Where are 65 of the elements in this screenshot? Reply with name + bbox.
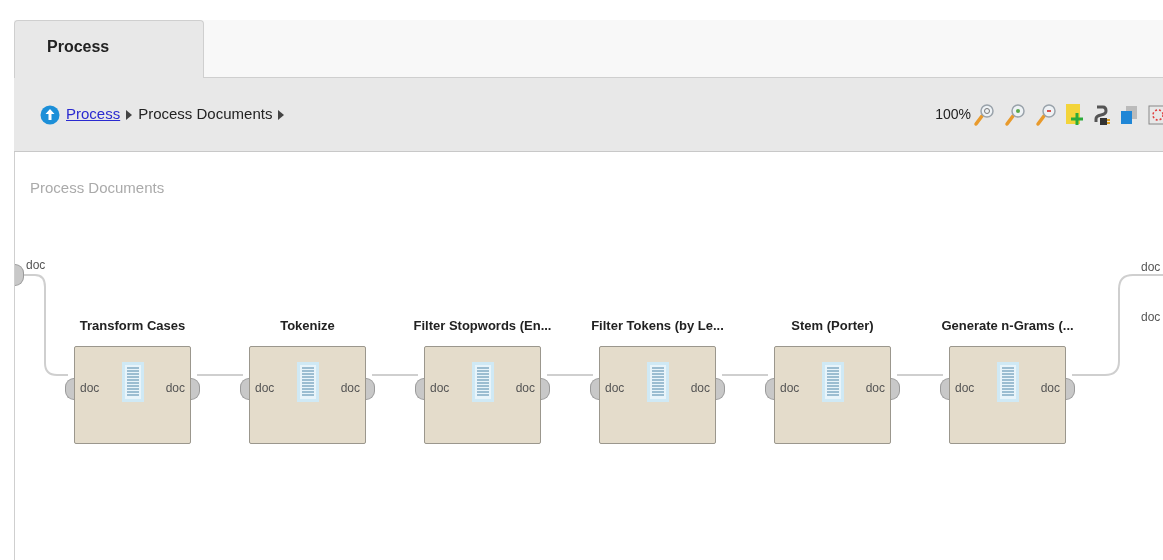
port-label: doc [865,380,885,397]
tab[interactable]: Process [14,20,204,78]
connection-line [721,374,769,376]
port-handle[interactable] [366,378,375,400]
operator-node[interactable]: doc doc [949,346,1066,444]
operator-title: Filter Stopwords (En... [412,317,553,335]
port-label: doc [340,380,360,397]
port-label: doc [1141,259,1161,276]
port-handle[interactable] [716,378,725,400]
operator-node[interactable]: doc doc [424,346,541,444]
operator-title: Tokenize [279,317,336,335]
connection-line [546,374,594,376]
port-label: doc [26,257,46,274]
port-handle[interactable] [891,378,900,400]
document-icon [646,362,669,402]
port-handle[interactable] [541,378,550,400]
operator-node[interactable]: doc doc [774,346,891,444]
plug-icon[interactable] [1093,103,1111,126]
document-icon [121,362,144,402]
operator-node[interactable]: doc doc [249,346,366,444]
operator-title: Transform Cases [78,317,187,335]
operator-node[interactable]: doc doc [599,346,716,444]
operator-title: Generate n-Grams (... [940,317,1075,335]
zoom-out-icon[interactable] [1035,102,1057,127]
breadcrumb-link[interactable]: Process [66,103,121,126]
port-label: doc [255,380,275,397]
port-handle[interactable] [1066,378,1075,400]
port-label: doc [690,380,710,397]
breadcrumb-item[interactable]: Process Documents [138,103,273,126]
chevron-right-icon [278,109,285,120]
port-label: doc [955,380,975,397]
port-handle[interactable] [415,378,424,400]
process-input-port[interactable] [15,264,24,286]
zoom-in-icon[interactable] [1004,102,1026,127]
add-note-icon[interactable] [1066,103,1084,126]
port-handle[interactable] [590,378,599,400]
port-label: doc [165,380,185,397]
operator-title: Stem (Porter) [790,317,875,335]
port-label: doc [1040,380,1060,397]
operator-node[interactable]: doc doc [74,346,191,444]
zoom-reset-icon[interactable] [973,102,995,127]
port-label: doc [80,380,100,397]
port-label: doc [780,380,800,397]
zoom-level: 100% [935,105,971,124]
port-handle[interactable] [940,378,949,400]
port-handle[interactable] [765,378,774,400]
document-icon [471,362,494,402]
document-icon [821,362,844,402]
port-handle[interactable] [65,378,74,400]
canvas-title: Process Documents [30,178,165,198]
port-label: doc [515,380,535,397]
port-handle[interactable] [240,378,249,400]
document-icon [296,362,319,402]
document-icon [996,362,1019,402]
frame-icon[interactable] [1147,103,1163,126]
operator-title: Filter Tokens (by Le... [590,317,725,335]
connection-line [371,374,419,376]
port-label: doc [1141,309,1161,326]
connection-line [896,374,944,376]
connection-line [196,374,244,376]
port-label: doc [605,380,625,397]
chevron-right-icon [126,109,133,120]
port-label: doc [430,380,450,397]
layers-icon[interactable] [1120,104,1138,125]
port-handle[interactable] [191,378,200,400]
